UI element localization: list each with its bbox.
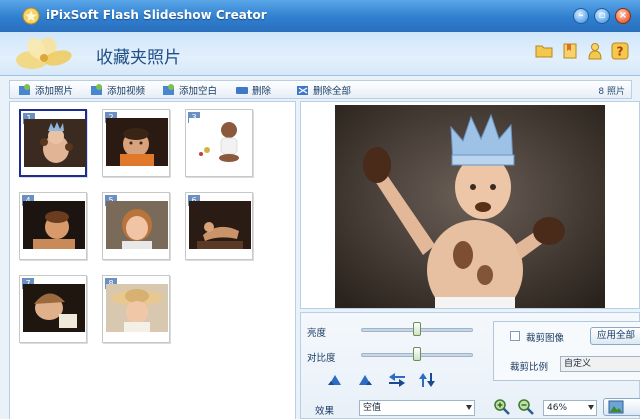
toolbar: 添加照片 添加视频 添加空白 删除 删除全部 8 照片	[9, 80, 632, 99]
chevron-down-icon	[466, 405, 472, 410]
brightness-slider-thumb[interactable]	[413, 322, 421, 336]
crop-ratio-label: 裁剪比例	[510, 362, 549, 373]
add-video-button[interactable]: 添加视频	[90, 83, 145, 97]
crop-ratio-select[interactable]: 自定义	[560, 356, 640, 372]
rotate-left-icon[interactable]	[325, 371, 345, 389]
delete-icon	[236, 87, 248, 94]
preview-image	[335, 105, 605, 308]
zoom-value: 46%	[547, 403, 568, 413]
restore-button[interactable]: ▫	[594, 8, 610, 24]
thumbnail-2[interactable]: 2	[102, 109, 170, 177]
thumbnail-8[interactable]: 8	[102, 275, 170, 343]
add-video-icon	[91, 84, 102, 95]
restore-icon: ▫	[598, 10, 606, 21]
flip-horizontal-icon[interactable]	[387, 371, 407, 389]
thumbnail-4[interactable]: 4	[19, 192, 87, 260]
flower-logo-icon	[16, 37, 72, 69]
add-photo-label: 添加照片	[35, 86, 74, 97]
thumbnail-image	[23, 284, 85, 332]
thumbnail-image	[106, 118, 168, 166]
delete-label: 删除	[252, 86, 272, 97]
delete-all-icon	[297, 86, 308, 95]
thumbnail-image	[23, 201, 85, 249]
thumbnail-5[interactable]: 5	[102, 192, 170, 260]
thumbnail-6[interactable]: 6	[185, 192, 253, 260]
zoom-select[interactable]: 46%	[543, 400, 597, 416]
header-band: 收藏夹照片 ?	[0, 32, 640, 76]
image-icon	[608, 400, 624, 413]
minimize-button[interactable]: –	[573, 8, 589, 24]
brightness-label: 亮度	[307, 328, 327, 339]
rotate-right-icon[interactable]	[355, 371, 375, 389]
add-blank-icon	[163, 84, 174, 95]
thumbnail-3[interactable]: 3	[185, 109, 253, 177]
thumbnail-image	[106, 284, 168, 332]
crop-ratio-value: 自定义	[564, 359, 592, 369]
folder-icon[interactable]	[535, 42, 553, 60]
photo-count: 8 照片	[598, 87, 625, 97]
contrast-label: 对比度	[307, 353, 336, 364]
thumbnail-image	[189, 118, 251, 166]
thumbnail-image	[24, 119, 86, 167]
minimize-icon: –	[578, 10, 584, 21]
thumbnail-image	[106, 201, 168, 249]
crop-checkbox-label: 裁剪图像	[526, 333, 565, 344]
preview-panel	[300, 101, 640, 309]
add-blank-button[interactable]: 添加空白	[162, 83, 217, 97]
chevron-down-icon	[588, 405, 594, 410]
window-title: iPixSoft Flash Slideshow Creator	[46, 8, 267, 22]
zoom-in-icon[interactable]	[493, 398, 511, 416]
help-icon[interactable]: ?	[611, 42, 629, 60]
fit-image-button[interactable]	[603, 398, 640, 416]
thumbnail-7[interactable]: 7	[19, 275, 87, 343]
bookmark-icon[interactable]	[561, 42, 579, 60]
delete-all-label: 删除全部	[313, 86, 352, 97]
page-title: 收藏夹照片	[96, 48, 181, 68]
add-video-label: 添加视频	[107, 86, 146, 97]
apply-all-button[interactable]: 应用全部	[590, 327, 640, 345]
app-logo-icon	[22, 7, 40, 25]
contrast-slider-thumb[interactable]	[413, 347, 421, 361]
adjustment-panel: 亮度 对比度 效果 空值 裁剪图像 应用全部 裁剪比例 自定义 46%	[300, 312, 640, 419]
close-button[interactable]: ×	[615, 8, 631, 24]
add-photo-icon	[19, 84, 30, 95]
title-bar: iPixSoft Flash Slideshow Creator – ▫ ×	[0, 0, 640, 32]
crop-group: 裁剪图像 应用全部 裁剪比例 自定义	[493, 321, 640, 381]
effect-value: 空值	[363, 403, 382, 413]
effect-label: 效果	[315, 406, 335, 417]
user-icon[interactable]	[586, 42, 604, 60]
add-photo-button[interactable]: 添加照片	[18, 83, 73, 97]
zoom-out-icon[interactable]	[517, 398, 535, 416]
flip-vertical-icon[interactable]	[417, 371, 437, 389]
close-icon: ×	[618, 10, 628, 21]
thumbnail-1[interactable]: 1	[19, 109, 87, 177]
svg-text:?: ?	[617, 45, 624, 59]
thumbnail-image	[189, 201, 251, 249]
delete-button[interactable]: 删除	[235, 83, 271, 97]
effect-select[interactable]: 空值	[359, 400, 475, 416]
add-blank-label: 添加空白	[179, 86, 218, 97]
crop-checkbox[interactable]	[510, 331, 520, 341]
thumbnail-panel: 1 2 3 4 5 6 7 8	[9, 101, 296, 419]
delete-all-button[interactable]: 删除全部	[296, 83, 351, 97]
